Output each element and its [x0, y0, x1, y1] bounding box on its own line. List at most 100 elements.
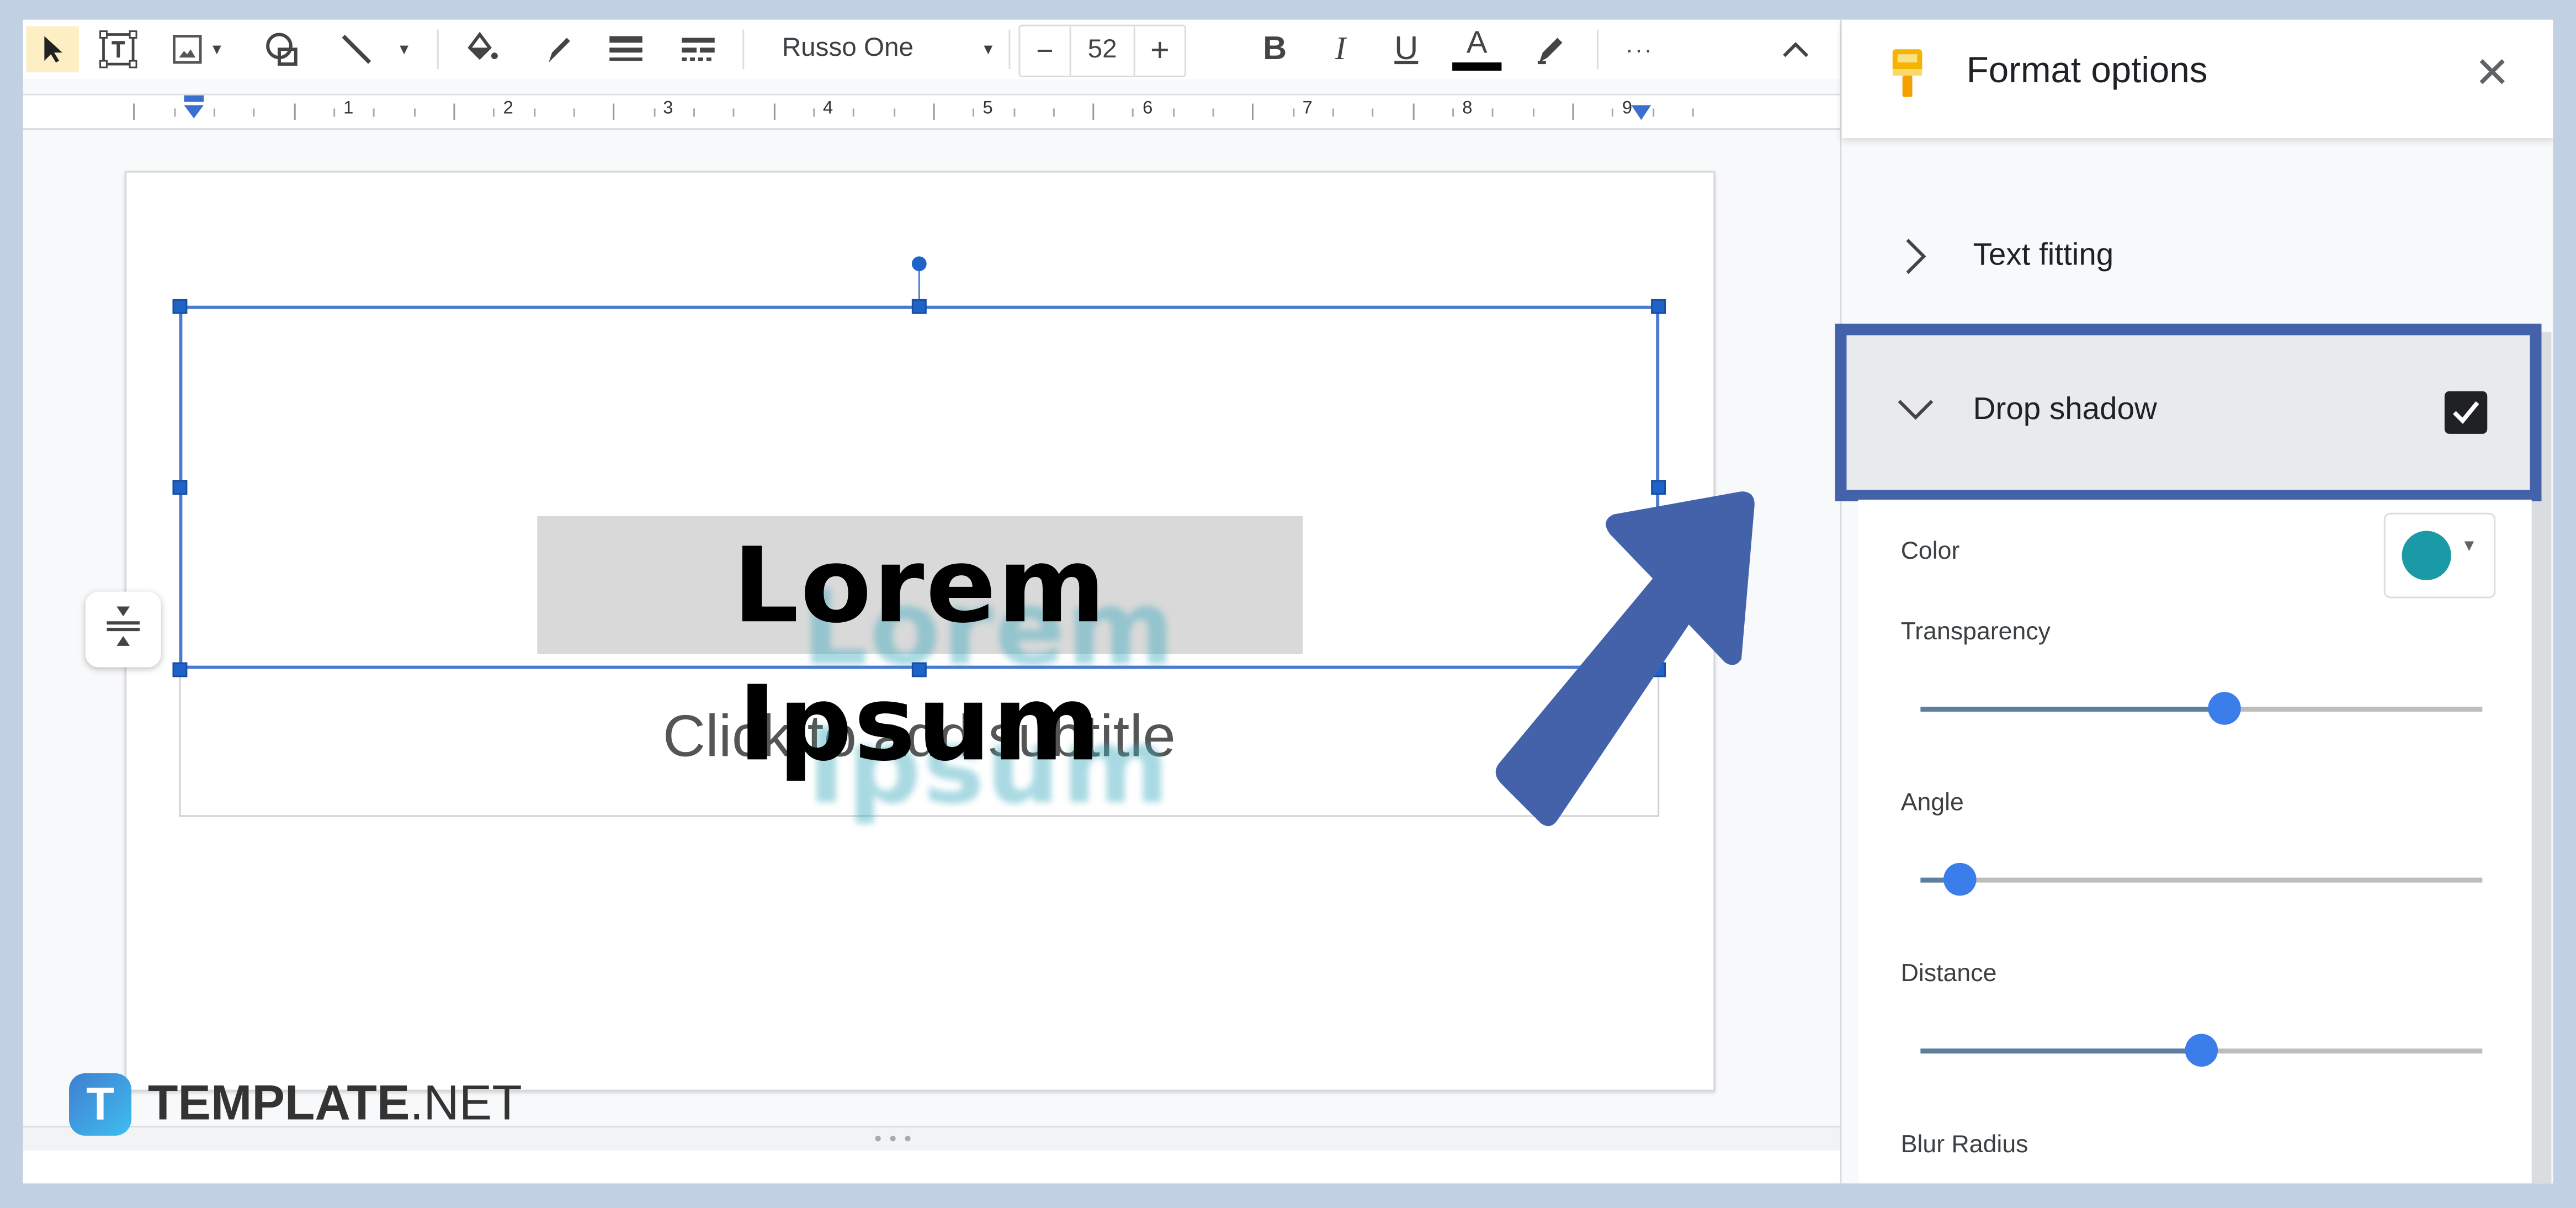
toolbar-divider	[437, 29, 439, 70]
decrease-font-size-button[interactable]: −	[1020, 34, 1069, 68]
increase-font-size-button[interactable]: +	[1135, 32, 1185, 70]
border-weight-button[interactable]	[601, 27, 650, 72]
border-dash-button[interactable]	[673, 27, 723, 72]
watermark-text: TEMPLATE.NET	[148, 1077, 522, 1132]
text-color-swatch	[1452, 61, 1502, 70]
ruler-number: 2	[503, 98, 513, 119]
text-box-icon	[99, 30, 138, 69]
left-indent-marker[interactable]	[180, 95, 207, 130]
ruler-tick	[1612, 108, 1614, 117]
ruler-number: 5	[982, 98, 993, 119]
transparency-slider[interactable]	[1920, 692, 2483, 725]
text-box-tool-button[interactable]	[95, 27, 141, 72]
resize-handle-top-right[interactable]	[1651, 299, 1666, 314]
distance-slider[interactable]	[1920, 1034, 2483, 1067]
ruler-tick	[613, 103, 615, 120]
chevron-down-icon: ▼	[396, 41, 412, 58]
ruler-tick	[893, 108, 895, 117]
font-size-control: − 52 +	[1018, 24, 1186, 77]
chevron-down-icon: ▼	[2461, 537, 2478, 556]
checkmark-icon	[2453, 401, 2479, 424]
logo-letter: T	[86, 1078, 114, 1130]
resize-handle-left[interactable]	[172, 480, 188, 495]
vertical-align-button[interactable]	[85, 591, 161, 667]
italic-button[interactable]: I	[1321, 27, 1360, 72]
speaker-notes-area[interactable]	[23, 1150, 1840, 1184]
drag-handle-icon[interactable]: ● ● ●	[874, 1131, 913, 1146]
chevron-down-icon: ▼	[981, 41, 996, 58]
resize-handle-top-left[interactable]	[172, 299, 188, 314]
text-color-letter: A	[1466, 25, 1488, 60]
right-indent-marker[interactable]	[1630, 102, 1653, 132]
template-net-watermark: T TEMPLATE.NET	[69, 1073, 522, 1136]
blur-radius-label: Blur Radius	[1900, 1131, 2028, 1159]
select-tool-button[interactable]	[26, 26, 79, 72]
line-tool-button[interactable]: ▼	[328, 27, 421, 72]
border-dash-icon	[680, 33, 716, 66]
chevron-down-icon	[1896, 398, 1935, 429]
ruler-tick	[1492, 108, 1494, 117]
underline-button[interactable]: U	[1387, 27, 1426, 72]
slide-canvas[interactable]: Click to add subtitle Lorem Ipsum Lorem …	[125, 171, 1715, 1092]
fill-color-button[interactable]	[460, 27, 506, 72]
color-swatch	[2402, 531, 2451, 580]
ruler-tick	[653, 108, 655, 117]
font-family-select[interactable]: Russo One ▼	[756, 27, 1002, 72]
ruler-tick	[1332, 108, 1335, 117]
screenshot-stage: ▼ ▼ Russo One ▼ − 52 + B I U A ··· 1 2 3…	[0, 0, 2576, 1208]
border-color-button[interactable]	[535, 27, 581, 72]
drop-shadow-checkbox[interactable]	[2444, 391, 2488, 434]
panel-header: Format options ✕	[1841, 19, 2553, 139]
ruler-tick	[493, 108, 495, 117]
close-icon[interactable]: ✕	[2466, 46, 2519, 98]
slider-thumb[interactable]	[1943, 862, 1977, 896]
slider-thumb[interactable]	[2207, 692, 2240, 725]
ruler-tick	[373, 108, 375, 117]
title-text-box-selection[interactable]	[179, 305, 1660, 669]
watermark-suffix: .NET	[410, 1076, 522, 1131]
drop-shadow-section-header[interactable]: Drop shadow	[1835, 324, 2542, 501]
horizontal-ruler: 123456789	[23, 93, 1840, 132]
chevron-right-icon	[1904, 237, 1927, 284]
ruler-tick	[1572, 103, 1574, 120]
rotate-handle[interactable]	[911, 256, 927, 272]
slides-editor: ▼ ▼ Russo One ▼ − 52 + B I U A ··· 1 2 3…	[23, 19, 2553, 1184]
ruler-tick	[812, 108, 815, 117]
ruler-tick	[693, 108, 695, 117]
watermark-brand: TEMPLATE	[147, 1076, 410, 1131]
panel-title: Format options	[1966, 49, 2208, 91]
font-size-input[interactable]: 52	[1069, 26, 1135, 76]
border-weight-icon	[608, 33, 644, 66]
toolbar-divider	[1597, 29, 1599, 70]
shape-tool-button[interactable]	[259, 27, 305, 72]
more-options-button[interactable]: ···	[1613, 27, 1666, 72]
ruler-number: 7	[1302, 98, 1313, 119]
highlight-color-button[interactable]	[1528, 27, 1574, 72]
text-color-button[interactable]: A	[1449, 27, 1505, 72]
ruler-tick	[1212, 108, 1214, 117]
angle-slider[interactable]	[1920, 862, 2483, 896]
panel-scrollbar[interactable]	[2531, 332, 2552, 1184]
resize-handle-bottom-left[interactable]	[172, 662, 188, 677]
image-icon	[170, 33, 203, 66]
paint-bucket-icon	[465, 31, 501, 67]
ruler-number: 8	[1462, 98, 1473, 119]
slider-thumb[interactable]	[2185, 1034, 2218, 1067]
toolbar-divider	[742, 29, 745, 70]
shadow-color-picker[interactable]: ▼	[2383, 512, 2496, 598]
ruler-tick	[1012, 108, 1015, 117]
ruler-tick	[533, 108, 535, 117]
bold-button[interactable]: B	[1255, 27, 1294, 72]
ruler-tick	[573, 108, 575, 117]
drop-shadow-label: Drop shadow	[1973, 393, 2157, 427]
text-fitting-section-header[interactable]: Text fitting	[1842, 217, 2553, 296]
resize-handle-top[interactable]	[911, 299, 927, 314]
chevron-up-icon	[1782, 41, 1809, 57]
ruler-tick	[293, 103, 295, 120]
shape-icon	[263, 30, 302, 69]
ruler-tick	[773, 103, 775, 120]
collapse-toolbar-button[interactable]	[1771, 27, 1820, 72]
image-tool-button[interactable]: ▼	[164, 27, 230, 72]
ruler-number: 3	[663, 98, 673, 119]
resize-handle-bottom[interactable]	[911, 662, 927, 677]
